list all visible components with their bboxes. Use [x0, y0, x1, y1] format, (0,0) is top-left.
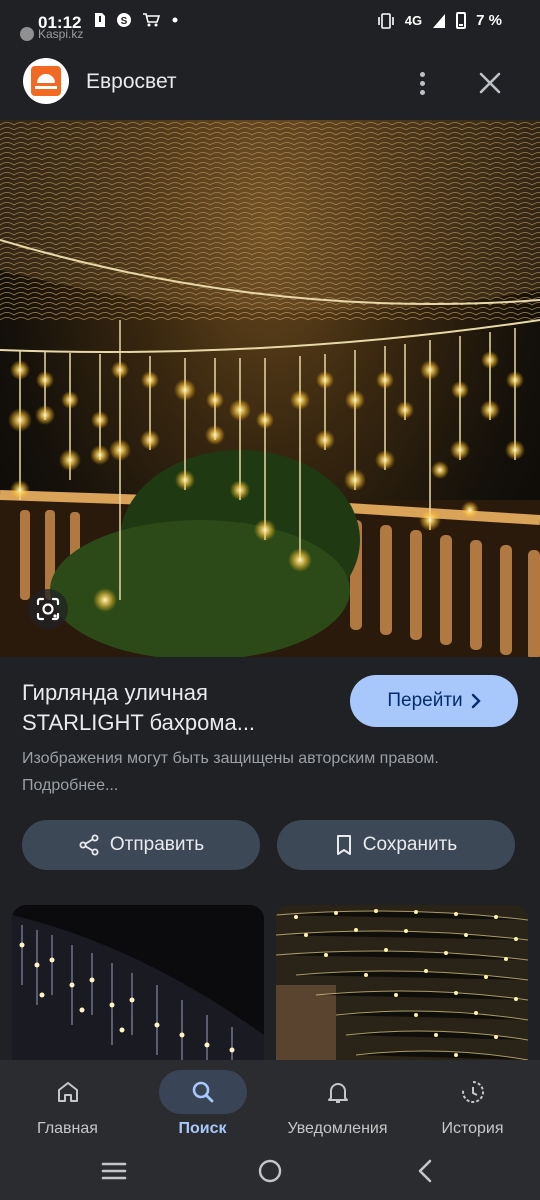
skype-icon: S — [117, 13, 131, 27]
sim-icon — [95, 13, 105, 27]
header: Евросвет — [0, 44, 540, 120]
nav-notifications[interactable]: Уведомления — [270, 1060, 405, 1154]
lens-icon — [36, 597, 60, 621]
visit-label: Перейти — [387, 690, 463, 711]
bookmark-icon — [336, 835, 351, 855]
share-icon — [79, 834, 99, 856]
nav-notifications-label: Уведомления — [287, 1120, 388, 1137]
site-logo — [23, 58, 69, 104]
battery-icon — [456, 12, 467, 29]
back-icon[interactable] — [415, 1158, 435, 1184]
nav-history-label: История — [441, 1120, 504, 1137]
thumb2-photo — [276, 905, 528, 1065]
nav-search[interactable]: Поиск — [135, 1060, 270, 1154]
home-button-icon[interactable] — [257, 1158, 283, 1184]
site-name: Евросвет — [86, 70, 177, 93]
close-icon[interactable] — [474, 66, 506, 100]
cart-icon — [143, 13, 160, 27]
share-button[interactable]: Отправить — [22, 820, 260, 870]
save-label: Сохранить — [362, 834, 458, 855]
status-right: 4G 7 % — [377, 12, 502, 29]
nav-home-label: Главная — [37, 1120, 98, 1137]
notification-icons: S — [94, 12, 180, 28]
chevron-right-icon — [471, 693, 481, 709]
nav-home[interactable]: Главная — [0, 1060, 135, 1154]
home-icon — [24, 1070, 112, 1114]
bottom-navigation: Главная Поиск Уведомления История — [0, 1060, 540, 1154]
search-icon — [158, 1070, 247, 1114]
result-title[interactable]: Гирлянда уличная STARLIGHT бахрома... — [22, 678, 332, 738]
garland-photo — [0, 120, 540, 657]
dot-icon — [172, 17, 178, 23]
svg-text:S: S — [121, 16, 128, 27]
related-image-2[interactable] — [276, 905, 528, 1065]
more-options-button[interactable] — [408, 66, 436, 100]
google-lens-button[interactable] — [28, 589, 68, 629]
recent-apps-icon[interactable] — [100, 1160, 128, 1182]
watermark-logo-icon — [20, 27, 34, 41]
watermark: Kaspi.kz — [20, 27, 83, 41]
nav-history[interactable]: История — [405, 1060, 540, 1154]
system-navigation — [0, 1146, 540, 1200]
watermark-text: Kaspi.kz — [38, 27, 84, 41]
bell-icon — [294, 1070, 382, 1114]
vibrate-icon — [377, 12, 394, 29]
share-label: Отправить — [109, 834, 205, 855]
save-button[interactable]: Сохранить — [277, 820, 515, 870]
related-image-1[interactable] — [12, 905, 264, 1065]
history-icon — [429, 1070, 517, 1114]
copyright-notice[interactable]: Изображения могут быть защищены авторски… — [22, 745, 502, 799]
status-bar: 01:12 S 4G 7 % Kaspi.kz — [0, 0, 540, 44]
battery-label: 7 % — [476, 12, 502, 29]
result-image[interactable] — [0, 120, 540, 657]
visit-button[interactable]: Перейти — [350, 675, 518, 727]
signal-icon — [433, 13, 446, 28]
network-label: 4G — [404, 13, 423, 28]
thumb1-photo — [12, 915, 264, 1065]
nav-search-label: Поиск — [178, 1120, 227, 1137]
